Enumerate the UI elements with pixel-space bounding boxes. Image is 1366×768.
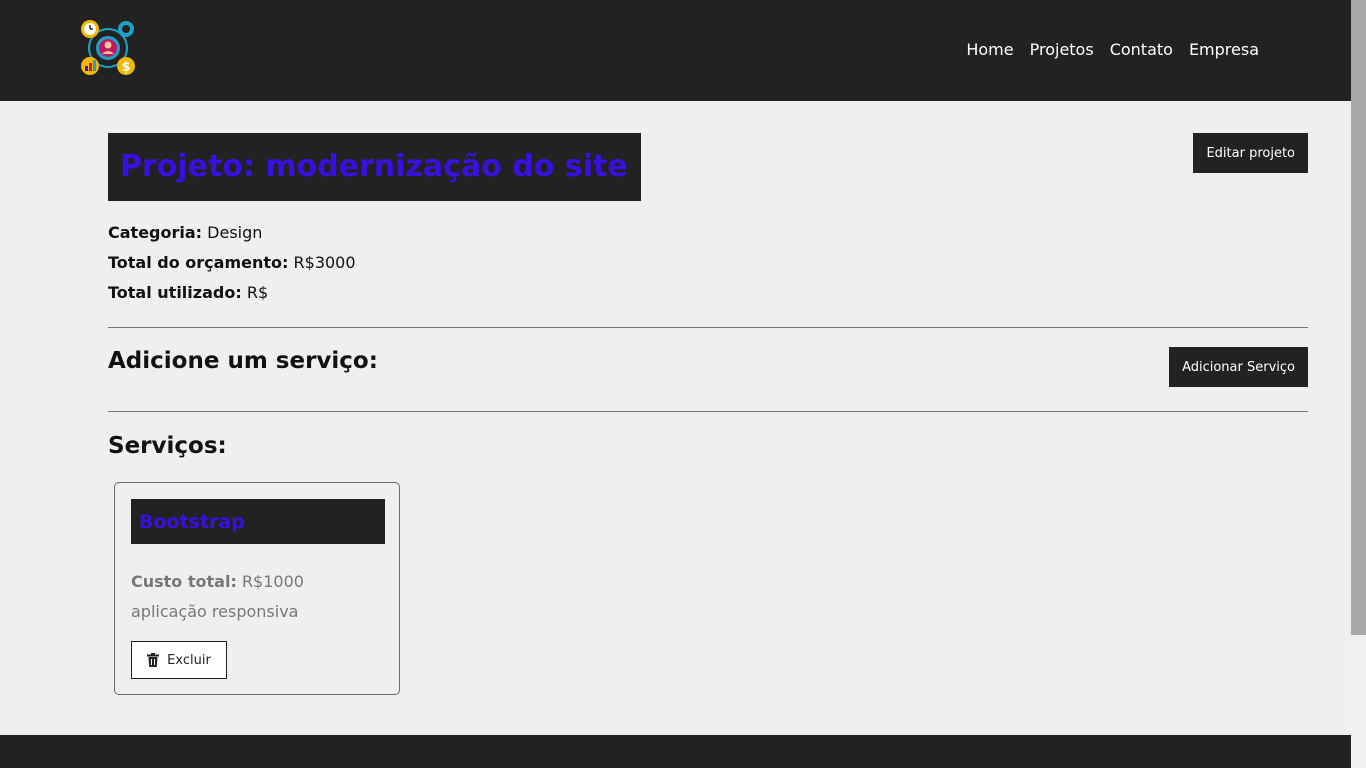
nav-item-home: Home — [966, 40, 1013, 59]
delete-service-button[interactable]: Excluir — [131, 641, 227, 679]
divider — [108, 327, 1308, 328]
nav-link-projetos[interactable]: Projetos — [1030, 40, 1094, 59]
nav-link-empresa[interactable]: Empresa — [1189, 40, 1259, 59]
service-cost-row: Custo total: R$1000 — [131, 567, 304, 597]
budget-row: Total do orçamento: R$3000 — [108, 248, 1308, 278]
nav-link-contato[interactable]: Contato — [1110, 40, 1173, 59]
scrollbar-thumb[interactable] — [1351, 0, 1366, 635]
project-title-box: Projeto: modernização do site — [108, 133, 641, 201]
nav-item-projetos: Projetos — [1030, 40, 1094, 59]
project-info: Categoria: Design Total do orçamento: R$… — [108, 218, 1308, 308]
add-service-button[interactable]: Adicionar Serviço — [1169, 347, 1308, 387]
service-cost-label: Custo total: — [131, 572, 237, 591]
category-label: Categoria: — [108, 223, 203, 242]
budget-value: R$3000 — [293, 253, 356, 272]
edit-project-button[interactable]: Editar projeto — [1193, 133, 1308, 173]
service-cost-value: R$1000 — [241, 572, 304, 591]
service-description: aplicação responsiva — [131, 602, 299, 621]
service-body: Custo total: R$1000 aplicação responsiva — [131, 567, 304, 627]
navbar: $ Home Projetos Contato Empresa — [0, 0, 1351, 101]
app-root: $ Home Projetos Contato Empresa Projeto:… — [0, 0, 1366, 768]
delete-label: Excluir — [167, 652, 211, 668]
svg-text:$: $ — [121, 60, 130, 75]
nav-item-contato: Contato — [1110, 40, 1173, 59]
company-logo[interactable]: $ — [79, 19, 137, 77]
project-title: Projeto: modernização do site — [120, 149, 628, 184]
project-details: Projeto: modernização do site Editar pro… — [108, 133, 1308, 695]
footer — [0, 735, 1351, 768]
scrollbar[interactable] — [1351, 0, 1366, 768]
category-value: Design — [207, 223, 263, 242]
service-title-box: Bootstrap — [131, 499, 385, 544]
add-service-heading: Adicione um serviço: — [108, 348, 378, 374]
used-label: Total utilizado: — [108, 283, 242, 302]
nav-link-home[interactable]: Home — [966, 40, 1013, 59]
budget-label: Total do orçamento: — [108, 253, 289, 272]
services-heading: Serviços: — [108, 433, 227, 459]
service-card: Bootstrap Custo total: R$1000 aplicação … — [114, 482, 400, 695]
used-value: R$ — [246, 283, 269, 302]
nav-menu: Home Projetos Contato Empresa — [966, 40, 1259, 59]
divider — [108, 411, 1308, 412]
category-row: Categoria: Design — [108, 218, 1308, 248]
used-row: Total utilizado: R$ — [108, 278, 1308, 308]
trash-icon — [147, 653, 160, 667]
nav-item-empresa: Empresa — [1189, 40, 1259, 59]
service-name: Bootstrap — [139, 510, 245, 533]
